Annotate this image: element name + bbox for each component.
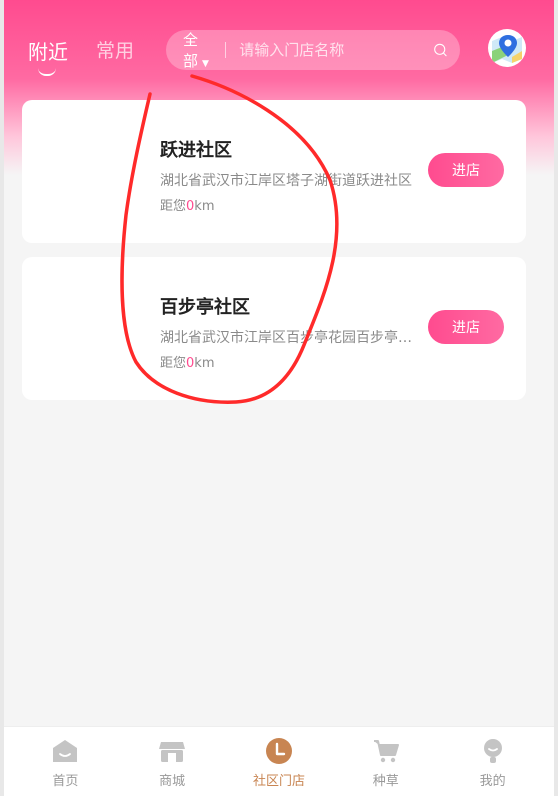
search-divider	[224, 42, 226, 58]
chevron-down-icon: ▼	[202, 59, 209, 69]
distance-unit: km	[194, 199, 215, 214]
map-location-icon	[492, 35, 522, 63]
store-search-input[interactable]	[239, 41, 434, 59]
community-store-icon	[265, 738, 292, 764]
store-name: 跃进社区	[160, 140, 232, 161]
tabbar-item-community-store[interactable]: 社区门店	[231, 727, 327, 796]
home-icon	[53, 740, 78, 762]
distance-prefix: 距您	[160, 199, 187, 214]
tab-frequent[interactable]: 常用	[96, 36, 134, 65]
tabbar-label: 我的	[479, 774, 506, 789]
store-distance: 距您0km	[160, 352, 215, 371]
header-tabs: 附近 常用	[28, 36, 134, 76]
tabbar-item-home[interactable]: 首页	[17, 727, 113, 796]
app-screen: 附近 常用 全部▼ 跃进社区 湖北省武汉市江岸区塔子湖街道跃进社区 距您0km	[0, 0, 558, 796]
search-filter-dropdown[interactable]: 全部 ▼	[183, 29, 211, 71]
tabbar-item-cart[interactable]: 种草	[338, 727, 434, 796]
distance-unit: km	[194, 356, 215, 371]
map-location-button[interactable]	[488, 29, 526, 67]
enter-store-button[interactable]: 进店	[428, 153, 504, 187]
tabbar-item-shop[interactable]: 商城	[124, 727, 220, 796]
store-address: 湖北省武汉市江岸区塔子湖街道跃进社区	[160, 173, 412, 189]
tabbar-label: 种草	[372, 774, 399, 789]
store-card-2[interactable]: 百步亭社区 湖北省武汉市江岸区百步亭花园百步亭社区 距您0km 进店	[22, 257, 526, 400]
tab-frequent-label: 常用	[96, 40, 135, 62]
store-distance: 距您0km	[160, 195, 215, 214]
tabbar-item-profile[interactable]: 我的	[445, 727, 541, 796]
bottom-tab-bar: 首页 商城 社区门店 种草 我的	[4, 726, 554, 796]
store-search-bar: 全部 ▼	[166, 30, 460, 70]
cart-icon	[373, 740, 399, 763]
tabbar-label: 首页	[52, 774, 79, 789]
search-filter-label: 全部	[183, 31, 199, 70]
distance-prefix: 距您	[160, 356, 187, 371]
profile-icon	[483, 739, 502, 763]
tab-nearby[interactable]: 附近	[28, 36, 68, 76]
shop-icon	[159, 742, 186, 762]
store-card-1[interactable]: 跃进社区 湖北省武汉市江岸区塔子湖街道跃进社区 距您0km 进店	[22, 100, 526, 243]
tabbar-label: 商城	[159, 774, 186, 789]
store-address: 湖北省武汉市江岸区百步亭花园百步亭社区	[160, 330, 412, 346]
enter-store-button[interactable]: 进店	[428, 310, 504, 344]
tabbar-label: 社区门店	[252, 774, 305, 789]
store-name: 百步亭社区	[160, 297, 250, 318]
search-icon[interactable]	[433, 39, 448, 61]
tab-nearby-label: 附近	[28, 40, 68, 64]
